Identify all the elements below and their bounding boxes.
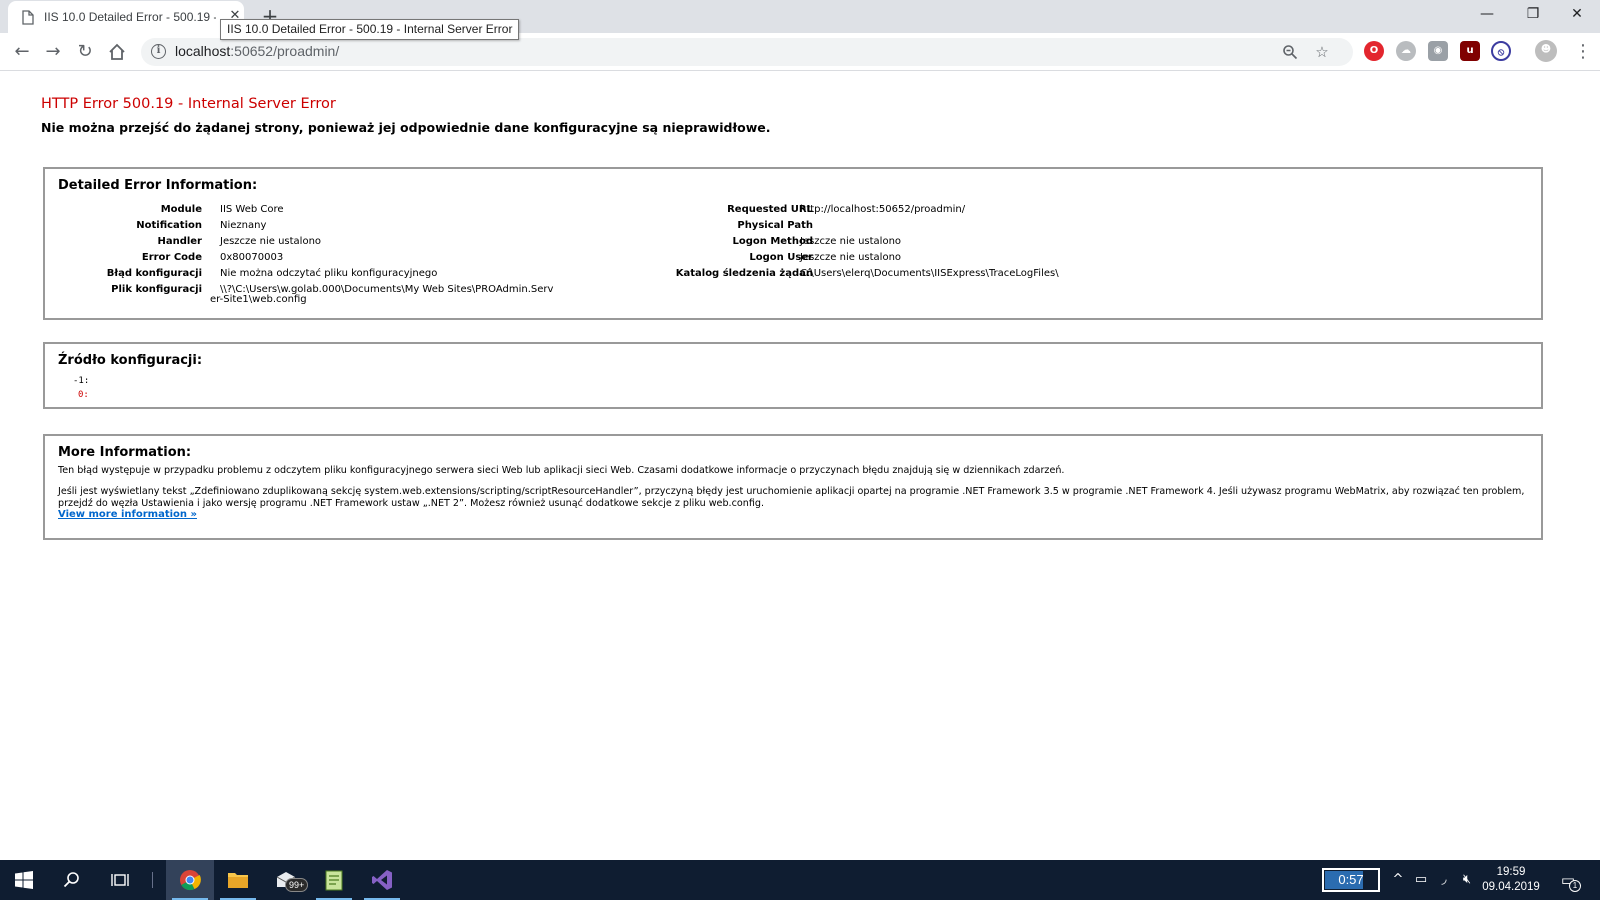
value-trace-dir: C:\Users\elerq\Documents\IISExpress\Trac… <box>800 268 1059 279</box>
label-config-file: Plik konfiguracji <box>111 284 202 295</box>
label-logon-method: Logon Method <box>732 236 813 247</box>
file-explorer-icon[interactable] <box>214 860 262 900</box>
visual-studio-icon[interactable] <box>358 860 406 900</box>
clock-time: 19:59 <box>1496 866 1526 878</box>
forward-arrow-icon[interactable]: → <box>40 39 66 65</box>
label-module: Module <box>160 204 202 215</box>
label-error-code: Error Code <box>141 252 202 263</box>
zoom-icon[interactable] <box>1279 41 1301 63</box>
value-logon-user: Jeszcze nie ustalono <box>800 252 902 263</box>
wifi-icon[interactable]: ◞ <box>1434 870 1454 890</box>
ublock-icon[interactable]: u <box>1460 41 1480 61</box>
view-more-link[interactable]: View more information » <box>58 509 197 520</box>
label-requested-url: Requested URL <box>727 204 813 215</box>
clock-date: 09.04.2019 <box>1482 881 1540 893</box>
value-logon-method: Jeszcze nie ustalono <box>800 236 902 247</box>
value-config-file-wrap: er-Site1\web.config <box>210 294 307 305</box>
taskbar: 99+ 0:57 ^ ▭ ◞ 🔇︎ 19:59 09.04.2019 ▭ 1 <box>0 860 1600 900</box>
more-info-paragraph-2: Jeśli jest wyświetlany tekst „Zdefiniowa… <box>58 486 1525 509</box>
value-notification: Nieznany <box>220 220 267 231</box>
config-source-box: Źródło konfiguracji: -1: 0: <box>43 342 1543 409</box>
more-info-heading: More Information: <box>58 445 192 460</box>
detailed-error-heading: Detailed Error Information: <box>58 178 258 193</box>
cloud-extension-icon[interactable]: ☁ <box>1396 41 1416 61</box>
url-text[interactable]: localhost:50652/proadmin/ <box>175 43 339 59</box>
battery-timer[interactable]: 0:57 <box>1322 868 1380 892</box>
tab-strip: IIS 10.0 Detailed Error - 500.19 - ✕ + I… <box>0 0 1600 40</box>
close-window-button[interactable]: ✕ <box>1554 0 1600 29</box>
label-trace-dir: Katalog śledzenia żądań <box>675 268 813 279</box>
notification-count: 1 <box>1569 880 1581 892</box>
detailed-error-box: Detailed Error Information: Module Notif… <box>43 167 1543 320</box>
label-handler: Handler <box>157 236 202 247</box>
config-source-heading: Źródło konfiguracji: <box>58 353 203 368</box>
chevron-up-icon[interactable]: ^ <box>1388 870 1408 890</box>
config-line-0: 0: <box>78 390 89 400</box>
left-values: IIS Web Core Nieznany Jeszcze nie ustalo… <box>220 202 553 298</box>
search-icon[interactable] <box>48 860 96 900</box>
error-subtitle: Nie można przejść do żądanej strony, pon… <box>41 120 771 135</box>
taskbar-separator <box>152 872 153 888</box>
battery-time-text: 0:57 <box>1338 872 1364 887</box>
browser-tab[interactable]: IIS 10.0 Detailed Error - 500.19 - ✕ <box>8 1 244 33</box>
value-module: IIS Web Core <box>220 204 284 215</box>
back-arrow-icon[interactable]: ← <box>9 39 35 65</box>
label-logon-user: Logon User <box>749 252 813 263</box>
page-content: HTTP Error 500.19 - Internal Server Erro… <box>0 72 1600 860</box>
value-physical-path <box>800 218 1059 234</box>
notepad-plus-icon[interactable] <box>310 860 358 900</box>
home-icon[interactable] <box>104 39 130 65</box>
label-notification: Notification <box>136 220 202 231</box>
tab-tooltip: IIS 10.0 Detailed Error - 500.19 - Inter… <box>220 19 520 40</box>
label-config-error: Błąd konfiguracji <box>106 268 202 279</box>
chrome-taskbar-icon[interactable] <box>166 860 214 900</box>
more-info-paragraph-1: Ten błąd występuje w przypadku problemu … <box>58 465 1065 476</box>
restore-button[interactable]: ❐ <box>1510 0 1556 29</box>
task-view-icon[interactable] <box>96 860 144 900</box>
battery-icon[interactable]: ▭ <box>1411 870 1431 890</box>
address-bar[interactable]: i localhost:50652/proadmin/ ☆ <box>141 38 1353 66</box>
block-extension-icon[interactable]: ⦸ <box>1491 41 1511 61</box>
right-labels: Requested URL Physical Path Logon Method… <box>585 202 813 282</box>
document-icon <box>22 10 34 25</box>
right-values: http://localhost:50652/proadmin/ Jeszcze… <box>800 202 1059 282</box>
value-config-error: Nie można odczytać pliku konfiguracyjneg… <box>220 268 438 279</box>
config-line-minus1: -1: <box>73 376 90 386</box>
value-requested-url: http://localhost:50652/proadmin/ <box>800 204 966 215</box>
reload-icon[interactable]: ↻ <box>72 39 98 65</box>
info-icon[interactable]: i <box>151 44 166 59</box>
profile-avatar[interactable]: ☻ <box>1535 40 1557 62</box>
minimize-button[interactable]: — <box>1464 0 1510 29</box>
more-info-box: More Information: Ten błąd występuje w p… <box>43 434 1543 540</box>
value-handler: Jeszcze nie ustalono <box>220 236 322 247</box>
windows-start-icon[interactable] <box>0 860 48 900</box>
bookmark-star-icon[interactable]: ☆ <box>1311 41 1333 63</box>
mail-badge: 99+ <box>285 878 309 892</box>
volume-muted-icon[interactable]: 🔇︎ <box>1457 870 1477 890</box>
value-error-code: 0x80070003 <box>220 252 284 263</box>
opera-adblock-icon[interactable]: O <box>1364 41 1384 61</box>
menu-dots-icon[interactable]: ⋮ <box>1570 39 1596 65</box>
system-clock[interactable]: 19:59 09.04.2019 <box>1476 865 1546 895</box>
label-physical-path: Physical Path <box>737 220 813 231</box>
camera-extension-icon[interactable]: ◉ <box>1428 41 1448 61</box>
left-labels: Module Notification Handler Error Code B… <box>45 202 202 298</box>
tab-title: IIS 10.0 Detailed Error - 500.19 - <box>44 10 216 24</box>
error-title: HTTP Error 500.19 - Internal Server Erro… <box>41 96 336 112</box>
